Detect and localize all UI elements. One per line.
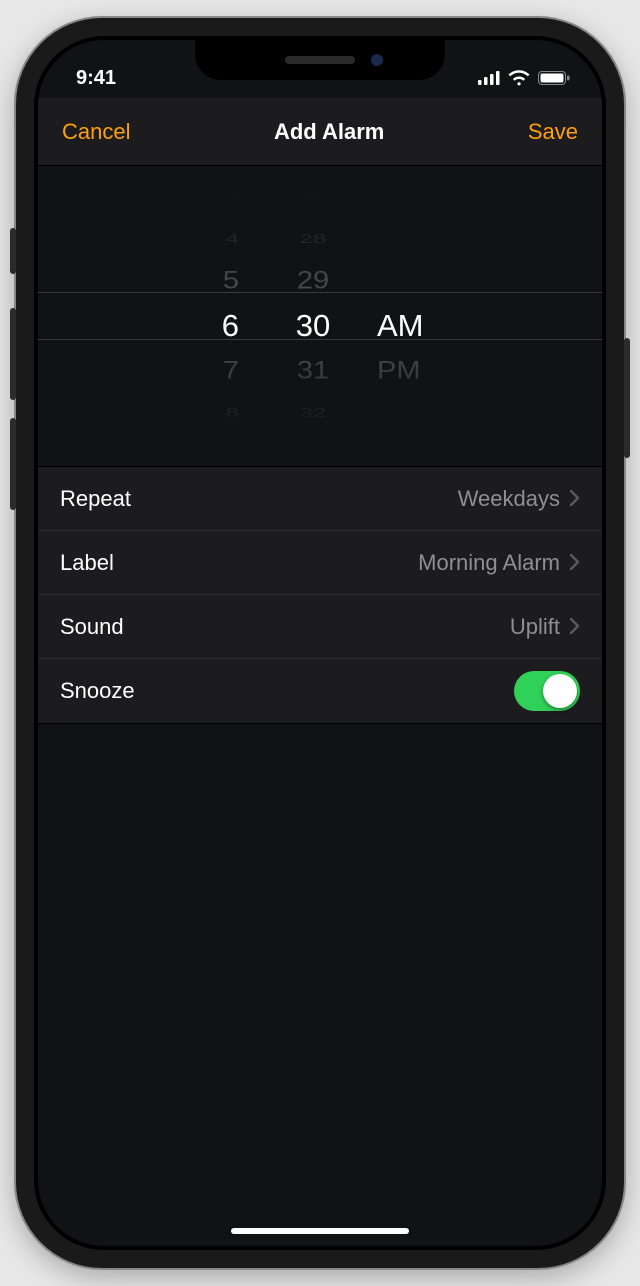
sound-cell[interactable]: Sound Uplift <box>38 595 602 659</box>
label-cell[interactable]: Label Morning Alarm <box>38 531 602 595</box>
phone-bezel: 9:41 Cancel Add Alarm Save <box>34 36 606 1250</box>
alarm-settings-list: Repeat Weekdays Label Morning Alarm <box>38 466 602 724</box>
save-button[interactable]: Save <box>528 119 578 145</box>
toggle-knob <box>543 674 577 708</box>
repeat-label: Repeat <box>60 486 131 512</box>
chevron-right-icon <box>570 486 580 512</box>
chevron-right-icon <box>570 550 580 576</box>
repeat-cell[interactable]: Repeat Weekdays <box>38 467 602 531</box>
chevron-right-icon <box>570 614 580 640</box>
wifi-icon <box>508 70 530 86</box>
snooze-cell: Snooze <box>38 659 602 723</box>
cellular-signal-icon <box>478 71 500 85</box>
minute-option[interactable]: 31 <box>297 353 329 389</box>
minute-option[interactable]: 28 <box>300 227 327 250</box>
hour-option[interactable]: 3 <box>228 191 239 204</box>
front-camera <box>371 54 383 66</box>
minute-option[interactable]: 32 <box>300 401 327 424</box>
status-time: 9:41 <box>76 67 116 90</box>
notch <box>195 40 445 80</box>
side-button <box>624 338 630 458</box>
snooze-label: Snooze <box>60 678 135 704</box>
label-label: Label <box>60 550 114 576</box>
sound-value: Uplift <box>510 614 560 640</box>
page-title: Add Alarm <box>274 119 384 145</box>
hour-option[interactable]: 8 <box>226 401 239 424</box>
speaker-grille <box>285 56 355 64</box>
period-option[interactable]: PM <box>377 353 421 389</box>
minute-option[interactable]: 27 <box>302 191 324 204</box>
sound-label: Sound <box>60 614 124 640</box>
hour-option[interactable]: 7 <box>223 353 239 389</box>
battery-icon <box>538 71 570 85</box>
phone-frame: 9:41 Cancel Add Alarm Save <box>16 18 624 1268</box>
volume-up-button <box>10 308 16 400</box>
time-picker: 3 4 5 6 7 8 9 27 28 29 30 31 32 33 <box>38 166 602 466</box>
screen: 9:41 Cancel Add Alarm Save <box>38 40 602 1246</box>
label-value: Morning Alarm <box>418 550 560 576</box>
minute-option[interactable]: 33 <box>302 449 324 462</box>
home-indicator[interactable] <box>231 1228 409 1234</box>
repeat-value: Weekdays <box>458 486 560 512</box>
volume-down-button <box>10 418 16 510</box>
mute-switch <box>10 228 16 274</box>
picker-selection-band <box>38 292 602 340</box>
hour-option[interactable]: 4 <box>226 227 239 250</box>
nav-bar: Cancel Add Alarm Save <box>38 98 602 166</box>
hour-option[interactable]: 9 <box>228 449 239 462</box>
snooze-toggle[interactable] <box>514 671 580 711</box>
cancel-button[interactable]: Cancel <box>62 119 130 145</box>
